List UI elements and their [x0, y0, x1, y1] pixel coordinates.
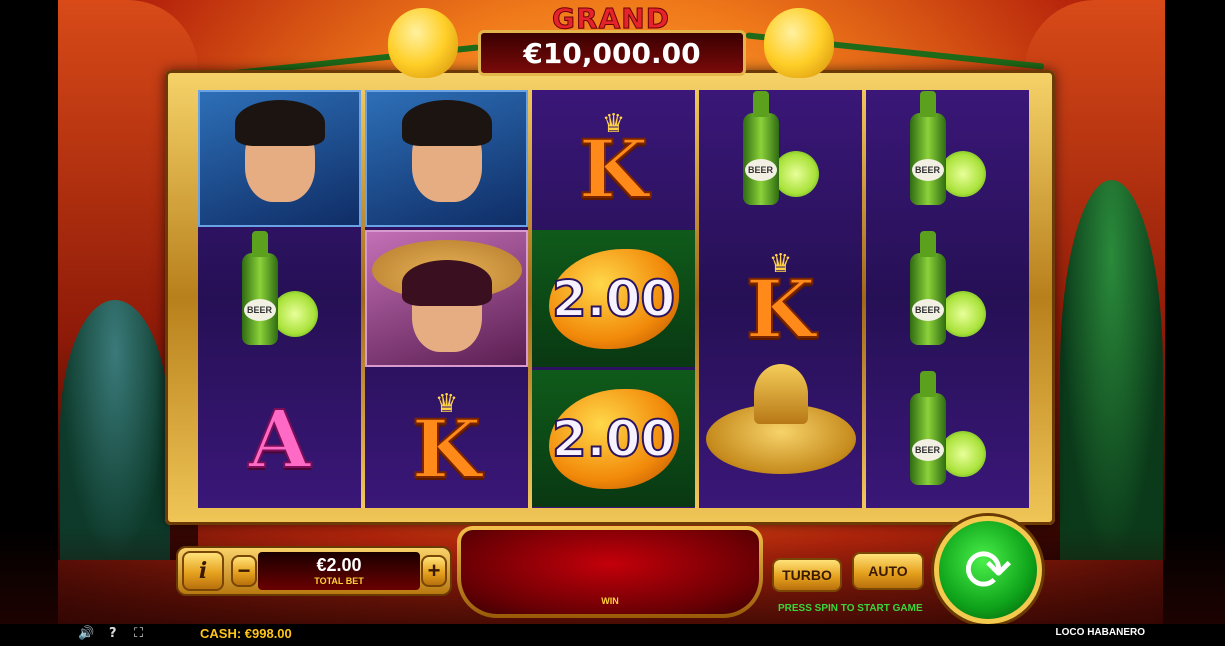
- right-plant: [1060, 180, 1163, 560]
- beer-label: BEER: [911, 158, 944, 181]
- beer-bottle-icon: BEER: [241, 230, 278, 345]
- chili-value: 2.00: [551, 269, 676, 329]
- help-button[interactable]: ?: [109, 626, 117, 641]
- turbo-button[interactable]: TURBO: [772, 558, 842, 592]
- symbol-mariachi-man: [365, 90, 528, 227]
- letter-k: K: [745, 261, 817, 356]
- lime-icon: [772, 150, 819, 197]
- beer-bottle-icon: BEER: [742, 90, 779, 205]
- man-face: [234, 99, 325, 202]
- symbol-beer-lime: BEER: [198, 230, 361, 367]
- reel-2: ♛ K: [365, 90, 528, 508]
- symbol-senorita: [365, 230, 528, 367]
- lime-icon: [271, 290, 318, 337]
- crown-icon: ♛: [768, 248, 793, 278]
- game-stage: BEER A ♛ K ♛ K 2.00 2.00 BEER ♛ K BEER B…: [0, 0, 1225, 646]
- spin-button[interactable]: ⟳: [934, 516, 1042, 624]
- reel-grid: BEER A ♛ K ♛ K 2.00 2.00 BEER ♛ K BEER B…: [198, 90, 1029, 508]
- golden-pepper-icon: [764, 8, 834, 78]
- letter-k: K: [411, 401, 483, 496]
- lime-icon: [939, 150, 986, 197]
- letter-k: K: [578, 121, 650, 216]
- symbol-letter-k: ♛ K: [532, 90, 695, 227]
- win-label: WIN: [601, 596, 619, 606]
- grand-jackpot-value: €10,000.00: [523, 36, 701, 70]
- chili-value: 2.00: [551, 409, 676, 469]
- man-face: [401, 99, 492, 202]
- total-bet-label: TOTAL BET: [314, 576, 364, 586]
- grand-jackpot: GRAND €10,000.00: [478, 0, 746, 80]
- symbol-beer-lime: BEER: [866, 230, 1029, 367]
- auto-button[interactable]: AUTO: [852, 552, 924, 590]
- chili-pepper-icon: 2.00: [548, 388, 679, 489]
- beer-bottle-icon: BEER: [909, 370, 946, 485]
- spin-hint: PRESS SPIN TO START GAME: [778, 603, 923, 614]
- sombrero-icon: [705, 363, 856, 474]
- info-button[interactable]: i: [182, 551, 224, 591]
- reel-3: ♛ K 2.00 2.00: [532, 90, 695, 508]
- total-bet-display: €2.00 TOTAL BET: [258, 552, 420, 590]
- beer-label: BEER: [744, 158, 777, 181]
- symbol-sombrero: [699, 363, 862, 507]
- fullscreen-icon[interactable]: ⛶: [134, 626, 143, 641]
- lime-icon: [939, 430, 986, 477]
- grand-jackpot-box: €10,000.00: [478, 30, 746, 76]
- beer-label: BEER: [243, 298, 276, 321]
- crown-icon: ♛: [434, 388, 459, 418]
- letter-a: A: [247, 391, 311, 486]
- symbol-beer-lime: BEER: [866, 90, 1029, 227]
- bet-decrease-button[interactable]: −: [231, 555, 257, 587]
- beer-label: BEER: [911, 298, 944, 321]
- symbol-letter-k: ♛ K: [365, 370, 528, 507]
- symbol-beer-lime: BEER: [866, 370, 1029, 507]
- symbol-beer-lime: BEER: [699, 90, 862, 227]
- reel-5: BEER BEER BEER: [866, 90, 1029, 508]
- footer-bar: [0, 624, 1225, 646]
- game-name: LOCO HABANERO: [1055, 627, 1145, 638]
- speaker-icon[interactable]: 🔊: [78, 626, 94, 641]
- left-plant: [60, 300, 170, 560]
- symbol-letter-a: A: [198, 370, 361, 507]
- symbol-mariachi-man: [198, 90, 361, 227]
- bet-increase-button[interactable]: +: [421, 555, 447, 587]
- symbol-chili-value: 2.00: [532, 230, 695, 367]
- lime-icon: [939, 290, 986, 337]
- symbol-letter-k: ♛ K: [699, 230, 862, 367]
- refresh-icon: ⟳: [963, 536, 1013, 604]
- chili-pepper-icon: 2.00: [548, 248, 679, 349]
- beer-bottle-icon: BEER: [909, 230, 946, 345]
- win-panel: WIN: [457, 526, 763, 618]
- golden-pepper-icon: [388, 8, 458, 78]
- total-bet-value: €2.00: [316, 555, 362, 575]
- cash-balance: CASH: €998.00: [200, 626, 292, 641]
- reel-1: BEER A: [198, 90, 361, 508]
- crown-icon: ♛: [601, 108, 626, 138]
- reel-4: BEER ♛ K: [699, 90, 862, 508]
- symbol-chili-value: 2.00: [532, 370, 695, 507]
- beer-bottle-icon: BEER: [909, 90, 946, 205]
- woman-face: [401, 259, 492, 352]
- win-display: WIN: [461, 530, 759, 614]
- beer-label: BEER: [911, 438, 944, 461]
